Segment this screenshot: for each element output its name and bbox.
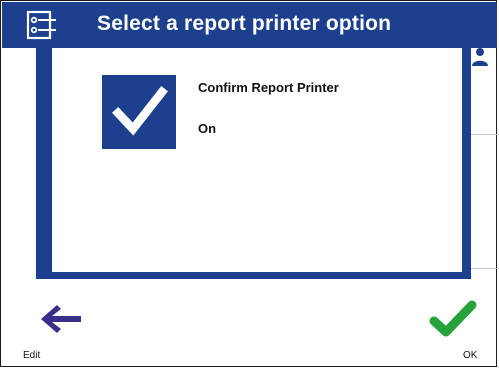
checkmark-icon <box>429 300 477 337</box>
ok-label[interactable]: OK <box>463 350 477 361</box>
divider <box>470 134 498 135</box>
dialog-title: Confirm Report Printer <box>198 80 339 95</box>
ok-button[interactable] <box>428 299 478 341</box>
page-title: Select a report printer option <box>97 12 392 35</box>
left-arrow-icon <box>41 305 81 333</box>
user-icon[interactable] <box>471 46 489 68</box>
report-printer-icon <box>26 10 56 40</box>
edit-back-button[interactable] <box>37 301 85 337</box>
confirm-dialog: Confirm Report Printer On <box>36 48 471 279</box>
divider <box>470 268 498 269</box>
dialog-body: Confirm Report Printer On <box>52 48 462 272</box>
screen-frame: Select a report printer option Confirm R… <box>0 0 498 367</box>
dialog-value: On <box>198 121 217 136</box>
checkmark-icon <box>102 75 176 149</box>
edit-label[interactable]: Edit <box>23 350 40 361</box>
title-bar: Select a report printer option <box>2 2 497 48</box>
